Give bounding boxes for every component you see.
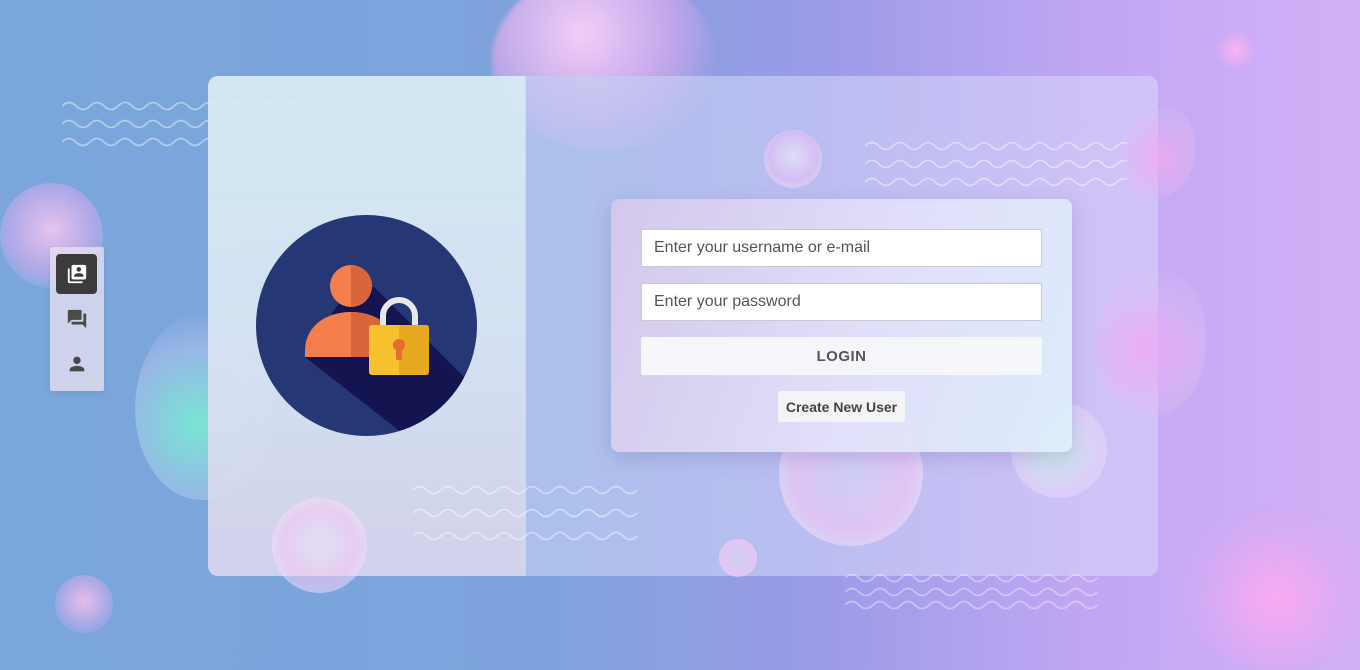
username-input[interactable]	[641, 229, 1042, 267]
sidebar-item-user[interactable]	[56, 344, 97, 384]
background-bubble	[1216, 32, 1256, 68]
user-icon	[69, 356, 84, 372]
login-form: LOGIN Create New User	[611, 199, 1072, 452]
background-bubble	[1096, 270, 1206, 415]
background-bubble	[719, 539, 757, 577]
wave-pattern	[413, 485, 638, 541]
password-input[interactable]	[641, 283, 1042, 321]
login-button[interactable]: LOGIN	[641, 337, 1042, 375]
background-bubble	[1180, 510, 1360, 670]
wave-pattern	[865, 141, 1127, 187]
user-lock-icon	[256, 215, 477, 436]
wave-pattern	[845, 573, 1098, 610]
background-bubble	[764, 130, 822, 188]
sidebar-item-contacts[interactable]	[56, 254, 97, 294]
background-bubble	[55, 575, 113, 633]
sidebar-item-chat[interactable]	[56, 299, 97, 339]
create-new-user-button[interactable]: Create New User	[778, 391, 905, 422]
sidebar	[50, 247, 104, 391]
background-bubble	[272, 498, 367, 593]
contacts-icon	[67, 264, 86, 284]
chat-icon	[67, 309, 86, 329]
